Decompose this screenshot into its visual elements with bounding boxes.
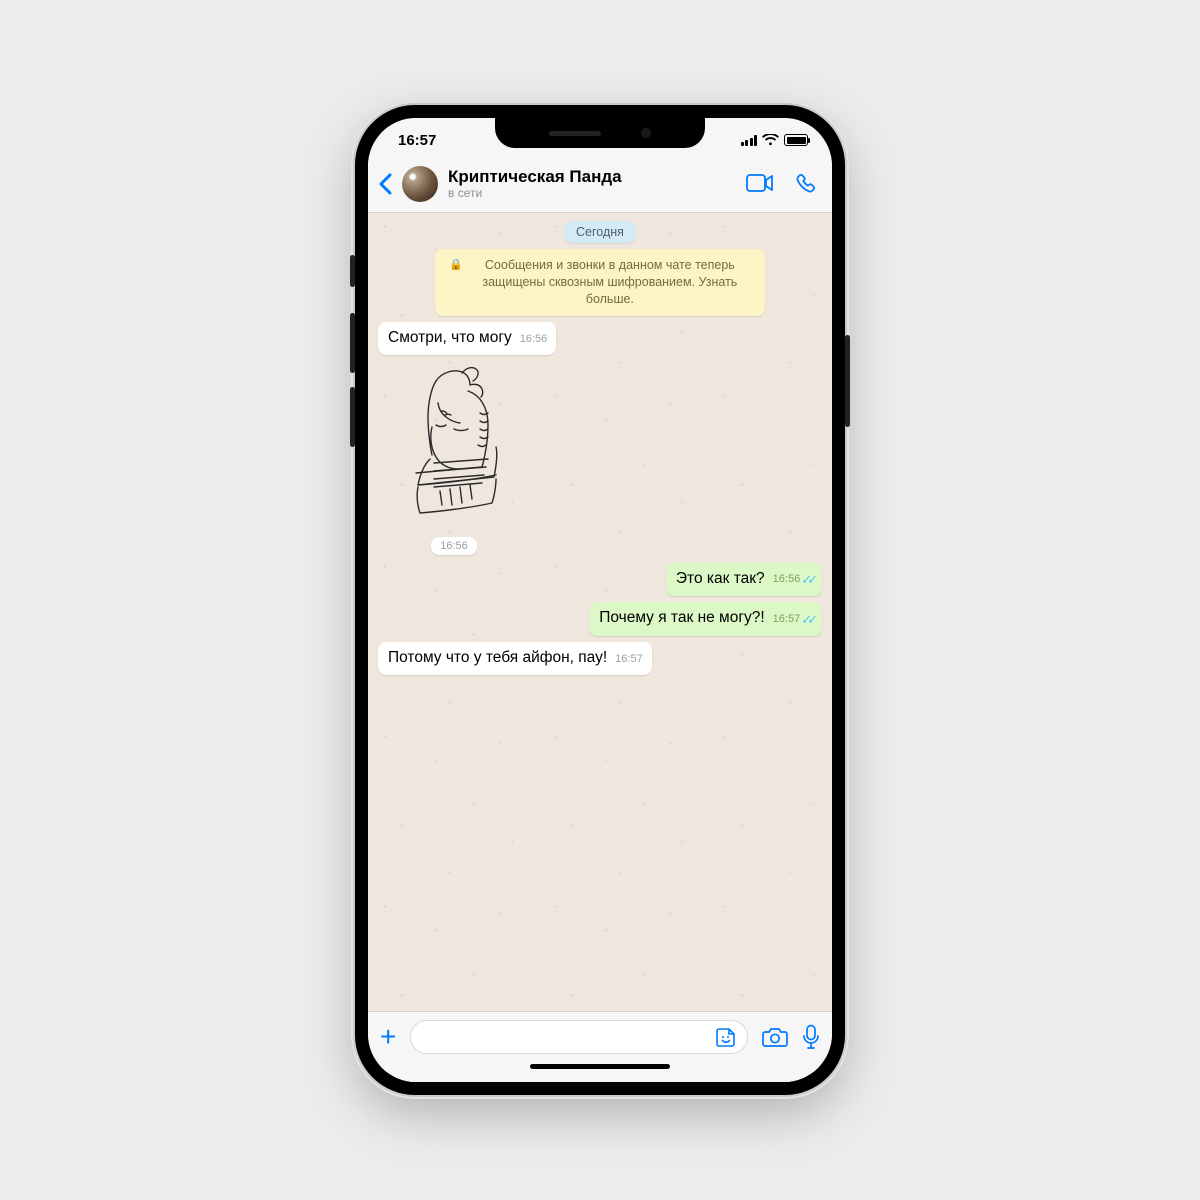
message-timestamp: 16:56: [520, 333, 548, 348]
input-bar: +: [368, 1011, 832, 1060]
lock-icon: 🔒: [449, 257, 463, 308]
message-timestamp: 16:56: [431, 537, 477, 555]
phone-frame: 16:57 Криптическая Панда в сети: [355, 105, 845, 1095]
back-button[interactable]: [378, 173, 392, 195]
status-time: 16:57: [398, 132, 436, 149]
power-button[interactable]: [845, 335, 850, 427]
encryption-notice-text: Сообщения и звонки в данном чате теперь …: [469, 257, 751, 308]
read-receipt-icon: ✓✓: [801, 612, 813, 628]
read-receipt-icon: ✓✓: [801, 572, 813, 588]
contact-avatar[interactable]: [402, 166, 438, 202]
cellular-signal-icon: [741, 135, 758, 146]
battery-icon: [784, 134, 808, 146]
message-incoming[interactable]: Смотри, что могу 16:56: [378, 322, 822, 355]
message-text: Это как так?: [676, 569, 765, 589]
message-sticker[interactable]: 16:56: [384, 363, 524, 555]
sticker-picker-button[interactable]: [715, 1026, 737, 1048]
volume-up-button[interactable]: [350, 313, 355, 373]
egyptian-queen-sticker: [384, 363, 524, 533]
chat-header: Криптическая Панда в сети: [368, 162, 832, 213]
message-text: Смотри, что могу: [388, 328, 512, 348]
front-camera: [641, 128, 651, 138]
volume-down-button[interactable]: [350, 387, 355, 447]
earpiece: [549, 131, 601, 136]
voice-call-button[interactable]: [794, 173, 816, 195]
message-text: Потому что у тебя айфон, пау!: [388, 648, 607, 668]
screen: 16:57 Криптическая Панда в сети: [368, 118, 832, 1082]
camera-button[interactable]: [762, 1026, 788, 1048]
contact-presence: в сети: [448, 187, 736, 200]
video-call-button[interactable]: [746, 173, 774, 195]
message-outgoing[interactable]: Это как так? 16:56✓✓: [378, 563, 822, 596]
contact-info[interactable]: Криптическая Панда в сети: [448, 168, 736, 200]
encryption-notice[interactable]: 🔒 Сообщения и звонки в данном чате тепер…: [435, 249, 765, 316]
message-text: Почему я так не могу?!: [599, 608, 764, 628]
message-outgoing[interactable]: Почему я так не могу?! 16:57✓✓: [378, 602, 822, 635]
message-timestamp: 16:57: [773, 613, 801, 627]
message-timestamp: 16:57: [615, 653, 643, 668]
home-indicator[interactable]: [368, 1060, 832, 1082]
message-input[interactable]: [410, 1020, 748, 1054]
contact-name: Криптическая Панда: [448, 168, 736, 187]
notch: [495, 118, 705, 148]
mute-switch[interactable]: [350, 255, 355, 287]
chat-scroll-area[interactable]: Сегодня 🔒 Сообщения и звонки в данном ча…: [368, 213, 832, 1011]
attach-button[interactable]: +: [380, 1023, 396, 1051]
date-chip: Сегодня: [564, 221, 636, 243]
voice-record-button[interactable]: [802, 1024, 820, 1050]
message-timestamp: 16:56: [773, 573, 801, 587]
wifi-icon: [762, 134, 779, 146]
message-incoming[interactable]: Потому что у тебя айфон, пау! 16:57: [378, 642, 822, 675]
